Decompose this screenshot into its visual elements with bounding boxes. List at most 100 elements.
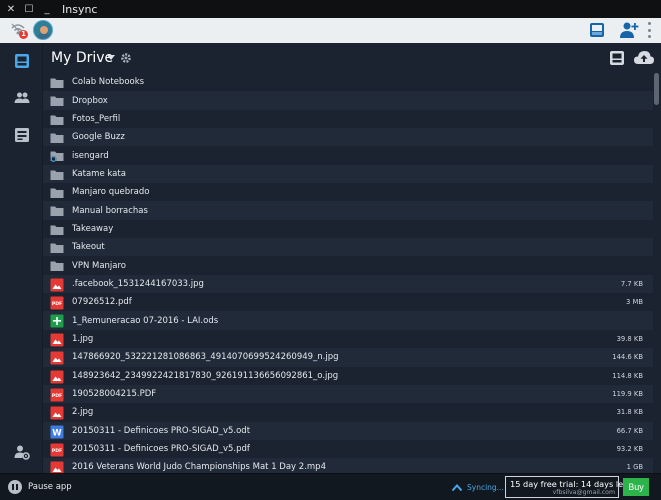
file-size: 3 MB (625, 298, 643, 307)
pause-app-button[interactable]: Pause app (28, 482, 72, 492)
file-row[interactable]: Manjaro quebrado (43, 183, 653, 201)
my-drive-icon[interactable] (14, 53, 30, 69)
file-row[interactable]: 147866920_532221281086863_49140706995242… (43, 348, 653, 367)
cloud-upload-icon[interactable] (633, 49, 655, 67)
file-row[interactable]: PDF 190528004215.PDF 119.9 KB (43, 384, 653, 404)
drive-header: My Drive (43, 43, 661, 73)
file-name: Takeout (72, 242, 105, 253)
alert-badge: 1 (19, 30, 28, 39)
more-options-icon[interactable] (646, 22, 652, 38)
trial-status-box: 15 day free trial: 14 days left vfbsilva… (505, 476, 629, 498)
file-row[interactable]: Colab Notebooks (43, 73, 653, 91)
file-name: 2.jpg (72, 407, 94, 418)
account-settings-icon[interactable] (14, 444, 30, 460)
window-title: Insync (62, 2, 98, 16)
file-row[interactable]: Google Buzz (43, 128, 653, 147)
file-name: 07926512.pdf (72, 297, 132, 308)
file-name: 20150311 - Definicoes PRO-SIGAD_v5.odt (72, 425, 251, 436)
file-name: VPN Manjaro (72, 260, 127, 271)
avatar-body-shape (37, 33, 51, 39)
pdf-file-icon: PDF (50, 387, 64, 402)
gear-icon[interactable] (120, 52, 132, 64)
app-toolbar: 1 (0, 18, 661, 43)
file-name: 147866920_532221281086863_49140706995242… (72, 352, 339, 363)
file-row[interactable]: Dropbox (43, 91, 653, 110)
file-name: 1.jpg (72, 333, 94, 344)
file-row[interactable]: PDF 07926512.pdf 3 MB (43, 293, 653, 311)
file-name: Manjaro quebrado (72, 187, 150, 198)
file-name: Colab Notebooks (72, 77, 145, 88)
file-row[interactable]: 2.jpg 31.8 KB (43, 403, 653, 421)
chevron-down-icon[interactable] (107, 55, 115, 60)
svg-text:PDF: PDF (52, 301, 62, 307)
file-size: 39.8 KB (616, 334, 643, 343)
file-row[interactable]: Manual borrachas (43, 201, 653, 220)
file-list: Colab Notebooks Dropbox Fotos_Perfil Google… (43, 73, 653, 473)
folder-icon (50, 130, 64, 144)
file-row[interactable]: W 20150311 - Definicoes PRO-SIGAD_v5.odt 6… (43, 421, 653, 440)
file-row[interactable]: PDF 20150311 - Definicoes PRO-SIGAD_v5.pd… (43, 440, 653, 458)
file-row[interactable]: .facebook_1531244167033.jpg 7.7 KB (43, 274, 653, 294)
file-name: Dropbox (72, 95, 108, 106)
window-maximize-icon[interactable]: ☐ (22, 2, 36, 16)
file-row[interactable]: 1_Remuneracao 07-2016 - LAI.ods (43, 311, 653, 330)
file-name: Takeaway (72, 223, 114, 234)
file-name: .facebook_1531244167033.jpg (72, 278, 204, 289)
buy-button[interactable]: Buy (623, 478, 649, 496)
folder-icon (50, 75, 64, 89)
drive-status-icon[interactable] (609, 50, 625, 66)
file-name: 1_Remuneracao 07-2016 - LAI.ods (72, 315, 219, 326)
add-account-icon[interactable] (619, 21, 639, 39)
file-row[interactable]: Fotos_Perfil (43, 110, 653, 128)
image-file-icon (50, 350, 64, 365)
folder-icon (50, 258, 64, 272)
file-name: isengard (72, 150, 109, 161)
folder-icon (50, 167, 64, 181)
image-file-icon (50, 405, 64, 420)
spreadsheet-file-icon (50, 313, 64, 328)
file-size: 31.8 KB (616, 408, 643, 417)
file-size: 119.9 KB (612, 390, 643, 399)
svg-text:PDF: PDF (52, 448, 62, 454)
sync-status[interactable]: Syncing... (467, 483, 504, 492)
shared-with-me-icon[interactable] (14, 90, 30, 106)
scrollbar-thumb[interactable] (654, 73, 659, 105)
file-name: 148923642_2349922421817830_9261911366560… (72, 370, 339, 381)
shared-drives-icon[interactable] (14, 127, 30, 143)
window-minimize-icon[interactable]: _ (40, 2, 54, 16)
window-close-icon[interactable]: ✕ (4, 2, 18, 16)
account-avatar[interactable] (33, 20, 53, 40)
status-bar: Pause app Syncing... 15 day free trial: … (0, 473, 661, 500)
avatar-face-shape (40, 26, 48, 34)
file-size: 1 GB (626, 463, 643, 472)
file-name: Manual borrachas (72, 205, 148, 216)
file-row[interactable]: Takeaway (43, 220, 653, 238)
drive-account-icon[interactable] (589, 22, 605, 38)
pdf-file-icon: PDF (50, 295, 64, 310)
file-size: 144.6 KB (612, 353, 643, 362)
file-row[interactable]: 148923642_2349922421817830_9261911366560… (43, 367, 653, 385)
file-row[interactable]: Takeout (43, 238, 653, 257)
page-title[interactable]: My Drive (51, 50, 113, 66)
sync-chevron-icon (451, 484, 463, 492)
file-name: Fotos_Perfil (72, 113, 121, 124)
folder-icon (50, 93, 64, 107)
file-row[interactable]: Katame kata (43, 164, 653, 184)
file-row[interactable]: VPN Manjaro (43, 256, 653, 274)
file-name: Katame kata (72, 168, 126, 179)
file-size: 93.2 KB (616, 445, 643, 454)
file-row[interactable]: 1.jpg 39.8 KB (43, 330, 653, 348)
file-row[interactable]: isengard (43, 146, 653, 164)
image-file-icon (50, 460, 64, 473)
insync-window: ✕ ☐ _ Insync 1 My Drive Colab Notebooks … (0, 0, 661, 500)
file-size: 114.8 KB (612, 371, 643, 380)
folder-icon (50, 112, 64, 126)
folder-icon (50, 185, 64, 199)
file-name: 190528004215.PDF (72, 389, 157, 400)
pdf-file-icon: PDF (50, 442, 64, 457)
pause-icon[interactable] (8, 480, 22, 494)
file-row[interactable]: 2016 Veterans World Judo Championships M… (43, 458, 653, 473)
svg-text:PDF: PDF (52, 393, 62, 399)
svg-text:W: W (52, 428, 62, 438)
scrollbar-track[interactable] (653, 73, 661, 473)
